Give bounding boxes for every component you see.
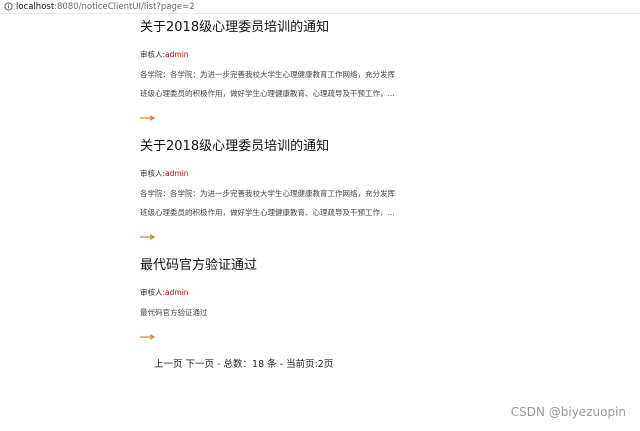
address-bar[interactable]: localhost:8080/noticeClientUI/list?page=… bbox=[0, 0, 640, 14]
prev-page-link[interactable]: 上一页 bbox=[154, 359, 183, 370]
reviewer-label: 审核人: bbox=[140, 288, 166, 297]
next-page-link[interactable]: 下一页 bbox=[186, 359, 215, 370]
url-host: localhost bbox=[16, 1, 55, 12]
notice-item: 最代码官方验证通过 审核人:admin 最代码官方验证通过 bbox=[140, 258, 400, 340]
notice-item: 关于2018级心理委员培训的通知 审核人:admin 各学院：各学院：为进一步完… bbox=[140, 139, 400, 240]
reviewer-line: 审核人:admin bbox=[140, 50, 400, 60]
reviewer-name: admin bbox=[165, 50, 189, 59]
reviewer-label: 审核人: bbox=[140, 50, 166, 59]
arrow-right-icon[interactable] bbox=[140, 234, 156, 240]
pagination-summary: - 总数：18 条 - 当前页:2页 bbox=[214, 359, 334, 370]
notice-summary-line: 各学院：各学院：为进一步完善我校大学生心理健康教育工作网络，充分发挥 bbox=[140, 189, 395, 198]
info-icon[interactable] bbox=[3, 2, 13, 12]
arrow-right-icon[interactable] bbox=[140, 115, 156, 121]
notice-summary-line: 班级心理委员的积极作用，做好学生心理健康教育、心理疏导及干预工作，... bbox=[140, 89, 395, 98]
reviewer-label: 审核人: bbox=[140, 169, 166, 178]
reviewer-line: 审核人:admin bbox=[140, 288, 400, 298]
pagination: 上一页 下一页 - 总数：18 条 - 当前页:2页 bbox=[154, 356, 333, 370]
notice-title[interactable]: 关于2018级心理委员培训的通知 bbox=[140, 20, 400, 36]
arrow-right-icon[interactable] bbox=[140, 334, 156, 340]
notice-summary-line: 最代码官方验证通过 bbox=[140, 308, 208, 317]
notice-title[interactable]: 最代码官方验证通过 bbox=[140, 258, 400, 274]
notice-summary-line: 各学院：各学院：为进一步完善我校大学生心理健康教育工作网络，充分发挥 bbox=[140, 70, 395, 79]
notice-title[interactable]: 关于2018级心理委员培训的通知 bbox=[140, 139, 400, 155]
url-path: :8080/noticeClientUI/list?page=2 bbox=[54, 1, 195, 12]
reviewer-name: admin bbox=[165, 169, 189, 178]
reviewer-name: admin bbox=[165, 288, 189, 297]
reviewer-line: 审核人:admin bbox=[140, 169, 400, 179]
notice-summary-line: 班级心理委员的积极作用，做好学生心理健康教育、心理疏导及干预工作，... bbox=[140, 208, 395, 217]
watermark: CSDN @biyezuopin bbox=[510, 405, 626, 419]
notice-item: 关于2018级心理委员培训的通知 审核人:admin 各学院：各学院：为进一步完… bbox=[140, 20, 400, 121]
